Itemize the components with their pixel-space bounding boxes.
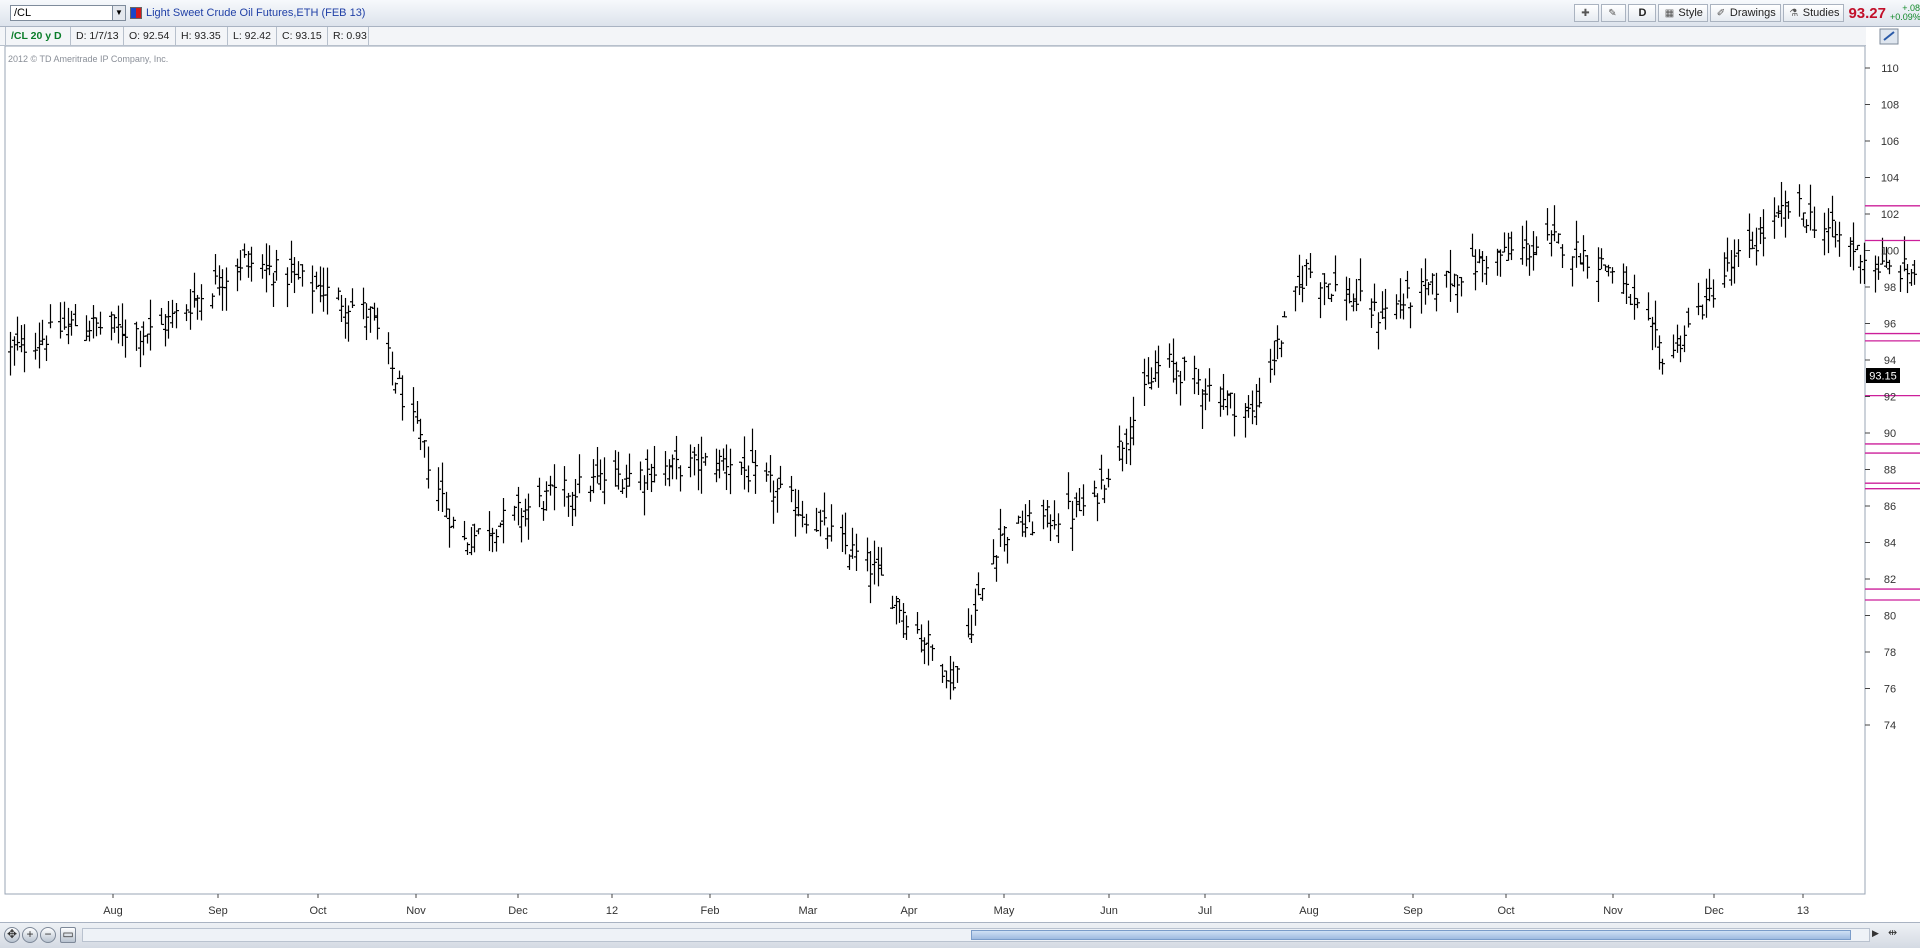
studies-button[interactable]: ⚗ Studies bbox=[1782, 4, 1845, 22]
ohlc-bar bbox=[1909, 269, 1914, 286]
x-tick-label: 12 bbox=[606, 905, 618, 917]
y-tick-label: 110 bbox=[1881, 63, 1899, 75]
y-tick-label: 84 bbox=[1884, 538, 1896, 550]
ohlc-bar bbox=[1876, 256, 1881, 280]
x-tick-label: Aug bbox=[103, 905, 123, 917]
ohlc-bar bbox=[1902, 236, 1907, 272]
zoom-in-icon: + bbox=[26, 927, 34, 941]
time-axis: Aug Sep Oct Nov Dec 12 Feb Mar Apr May Jun Jul Aug Se… bbox=[103, 894, 1809, 917]
pencil-icon: ✎ bbox=[1608, 7, 1617, 19]
x-tick-label: May bbox=[994, 905, 1015, 917]
chart-settings-icon[interactable] bbox=[1866, 27, 1920, 46]
y-tick-label: 102 bbox=[1881, 209, 1899, 221]
date-readout: D: 1/7/13 bbox=[71, 27, 124, 45]
copyright-notice: 2012 © TD Ameritrade IP Company, Inc. bbox=[8, 54, 168, 64]
x-tick-label: Oct bbox=[309, 905, 326, 917]
symbol-dropdown-button[interactable]: ▼ bbox=[112, 5, 126, 21]
view-toggle-button[interactable]: ▭ bbox=[60, 927, 76, 943]
x-tick-label: Sep bbox=[208, 905, 228, 917]
y-tick-label: 104 bbox=[1881, 173, 1899, 185]
zoom-in-button[interactable]: + bbox=[22, 927, 38, 943]
drawings-label: Drawings bbox=[1729, 7, 1776, 19]
y-tick-label: 80 bbox=[1884, 611, 1896, 623]
y-tick-label: 96 bbox=[1884, 319, 1896, 331]
x-tick-label: Nov bbox=[1603, 905, 1623, 917]
last-price: 93.27 bbox=[1848, 4, 1886, 22]
x-tick-label: Jul bbox=[1198, 905, 1212, 917]
price-axis: 110 108 106 104 102 100 98 96 94 92 90 88 86 84 82 80 78… bbox=[1865, 63, 1899, 732]
style-button[interactable]: ▦ Style bbox=[1658, 4, 1708, 22]
studies-icon: ⚗ bbox=[1789, 7, 1799, 19]
open-readout: O: 92.54 bbox=[124, 27, 176, 45]
y-tick-label: 100 bbox=[1881, 246, 1899, 258]
style-label: Style bbox=[1678, 7, 1703, 19]
x-tick-label: Sep bbox=[1403, 905, 1423, 917]
range-readout: R: 0.93 bbox=[328, 27, 369, 45]
x-tick-label: Oct bbox=[1497, 905, 1514, 917]
x-tick-label: Feb bbox=[701, 905, 720, 917]
drawings-button[interactable]: ✐ Drawings bbox=[1709, 4, 1781, 22]
y-tick-label: 92 bbox=[1884, 392, 1896, 404]
x-tick-label: Aug bbox=[1299, 905, 1319, 917]
x-tick-label: Dec bbox=[508, 905, 528, 917]
x-tick-label: Nov bbox=[406, 905, 426, 917]
x-tick-label: Apr bbox=[900, 905, 917, 917]
y-tick-label: 82 bbox=[1884, 574, 1896, 586]
chevron-down-icon: ▼ bbox=[115, 8, 123, 17]
last-price-tag: 93.15 bbox=[1866, 368, 1900, 384]
high-readout: H: 93.35 bbox=[176, 27, 228, 45]
close-readout: C: 93.15 bbox=[277, 27, 328, 45]
y-tick-label: 88 bbox=[1884, 465, 1896, 477]
y-tick-label: 76 bbox=[1884, 684, 1896, 696]
crosshair-icon: ✚ bbox=[1581, 7, 1590, 19]
chart-plot-area bbox=[4, 46, 1866, 895]
y-tick-label: 94 bbox=[1884, 355, 1896, 367]
daily-period-button[interactable]: D bbox=[1628, 4, 1657, 22]
y-tick-label: 106 bbox=[1881, 136, 1899, 148]
y-tick-label: 78 bbox=[1884, 647, 1896, 659]
ohlc-info-bar: /CL 20 y D D: 1/7/13 O: 92.54 H: 93.35 L… bbox=[0, 27, 1866, 46]
style-icon: ▦ bbox=[1664, 7, 1675, 19]
x-tick-label: Dec bbox=[1704, 905, 1724, 917]
scroll-right-icon[interactable]: ▶ bbox=[1872, 928, 1879, 939]
chart-tools: ✚ ✎ D ▦ Style ✐ Drawings ⚗ Studies 93.27 +.… bbox=[1572, 3, 1920, 23]
panel-icons bbox=[1866, 27, 1920, 46]
symbol-value: /CL bbox=[14, 7, 32, 19]
instrument-flag-icon bbox=[130, 7, 142, 19]
y-tick-label: 90 bbox=[1884, 428, 1896, 440]
window-icon: ▭ bbox=[62, 927, 74, 941]
x-tick-label: Mar bbox=[799, 905, 818, 917]
zoom-out-icon: − bbox=[44, 927, 52, 941]
y-tick-label: 74 bbox=[1884, 720, 1896, 732]
scroll-thumb[interactable] bbox=[971, 930, 1851, 940]
pan-button[interactable]: ✥ bbox=[4, 927, 20, 943]
price-chart[interactable]: 2012 © TD Ameritrade IP Company, Inc. 11… bbox=[0, 46, 1920, 922]
drawings-icon: ✐ bbox=[1716, 7, 1726, 19]
change-percent: +0.09% bbox=[1890, 12, 1920, 22]
bottom-navigation-bar: ✥ + − ▭ ◀ ▶ ⇹ bbox=[0, 922, 1920, 948]
ohlc-bar bbox=[1898, 265, 1903, 292]
pencil-tool-button[interactable]: ✎ bbox=[1601, 4, 1627, 22]
y-tick-label: 86 bbox=[1884, 501, 1896, 513]
price-change: +.08 +0.09% bbox=[1890, 4, 1920, 22]
price-tag-value: 93.15 bbox=[1869, 371, 1897, 383]
ohlc-bar bbox=[1873, 255, 1878, 293]
time-scrollbar[interactable] bbox=[82, 928, 1870, 942]
y-tick-label: 108 bbox=[1881, 100, 1899, 112]
studies-label: Studies bbox=[1802, 7, 1840, 19]
x-tick-label: 13 bbox=[1797, 905, 1809, 917]
top-toolbar: /CL ▼ Light Sweet Crude Oil Futures,ETH … bbox=[0, 0, 1920, 27]
ohlc-bar bbox=[1905, 264, 1910, 294]
instrument-title: Light Sweet Crude Oil Futures,ETH (FEB 1… bbox=[146, 7, 366, 19]
expand-icon[interactable]: ⇹ bbox=[1888, 926, 1897, 939]
move-icon: ✥ bbox=[6, 927, 18, 941]
crosshair-tool-button[interactable]: ✚ bbox=[1574, 4, 1600, 22]
y-tick-label: 98 bbox=[1884, 282, 1896, 294]
x-tick-label: Jun bbox=[1100, 905, 1118, 917]
symbol-input[interactable]: /CL bbox=[10, 5, 126, 21]
symbol-period-label[interactable]: /CL 20 y D bbox=[5, 27, 71, 45]
zoom-out-button[interactable]: − bbox=[40, 927, 56, 943]
low-readout: L: 92.42 bbox=[228, 27, 277, 45]
